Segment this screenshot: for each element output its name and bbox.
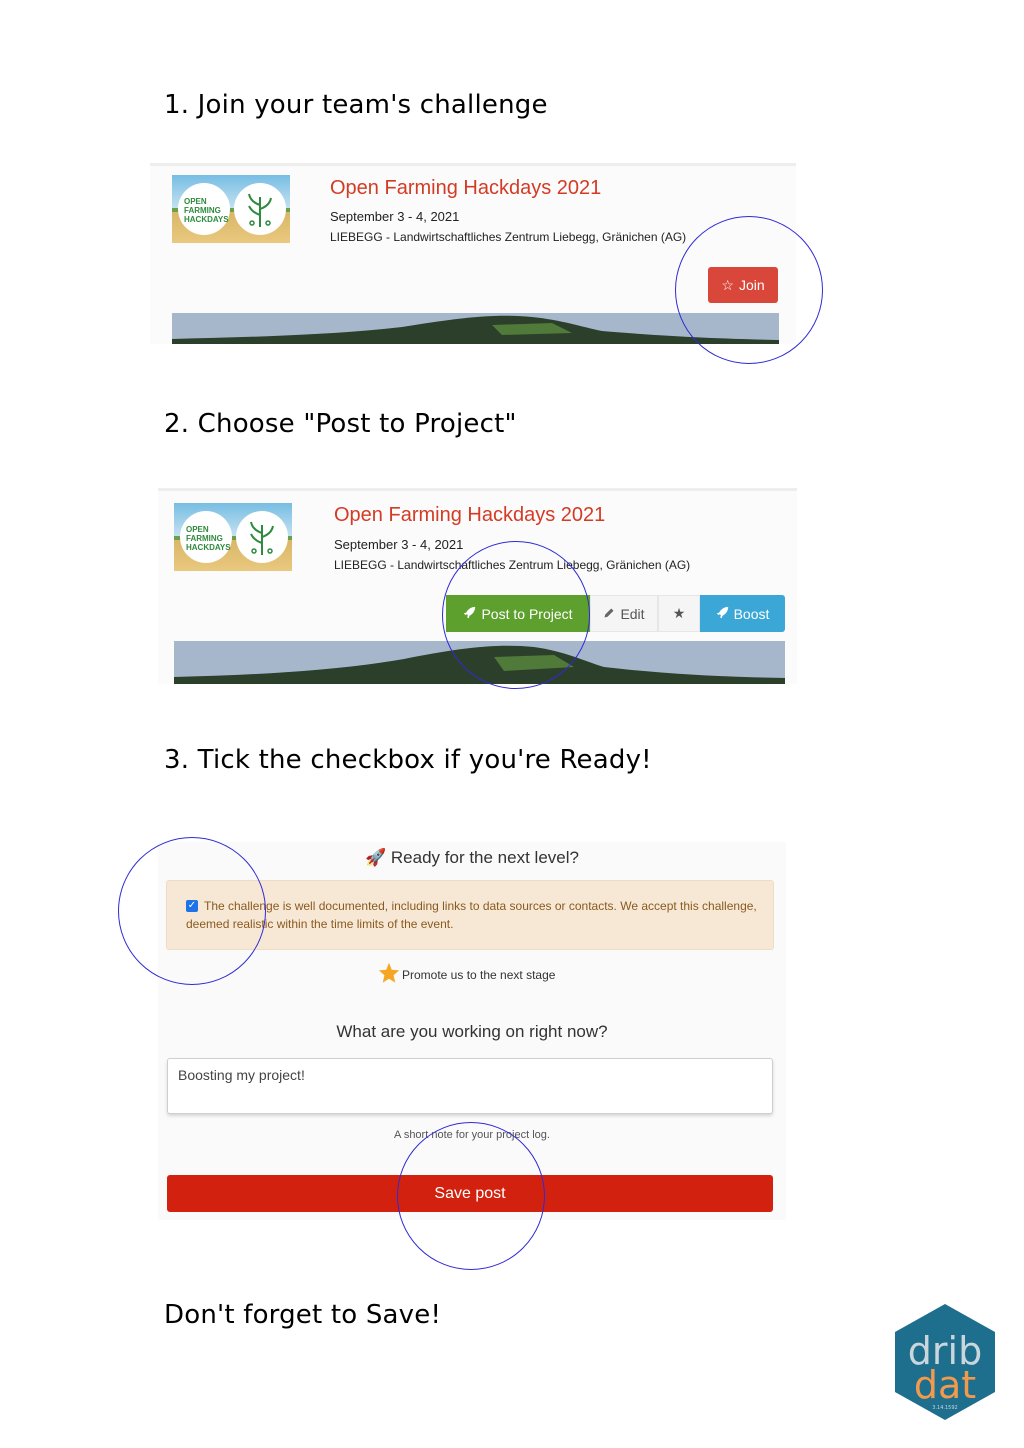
boost-button[interactable]: Boost	[700, 595, 785, 632]
working-heading: What are you working on right now?	[336, 1022, 608, 1041]
star-outline-icon: ☆	[721, 276, 734, 293]
logo-text: OPEN FARMING HACKDAYS	[186, 525, 231, 552]
event-date: September 3 - 4, 2021	[334, 537, 464, 552]
ready-heading: 🚀 Ready for the next level?	[365, 848, 579, 867]
event-card-post: OPEN FARMING HACKDAYS Open Farming Hackd…	[158, 488, 797, 684]
event-logo: OPEN FARMING HACKDAYS	[172, 175, 290, 243]
event-location: LIEBEGG - Landwirtschaftliches Zentrum L…	[330, 230, 687, 244]
promote-note: Promote us to the next stage	[378, 962, 555, 988]
join-button-label: Join	[738, 277, 765, 293]
step-3-heading: 3. Tick the checkbox if you're Ready!	[164, 745, 652, 775]
join-button[interactable]: ☆ Join	[708, 267, 778, 303]
edit-button[interactable]: Edit	[590, 595, 658, 632]
event-date: September 3 - 4, 2021	[330, 209, 460, 224]
boost-button-label: Boost	[733, 605, 770, 622]
event-location: LIEBEGG - Landwirtschaftliches Zentrum L…	[334, 558, 691, 572]
star-button[interactable]: ★	[658, 595, 700, 632]
star-icon: ★	[672, 605, 686, 621]
plant-icon	[248, 193, 272, 227]
rocket-icon	[463, 606, 476, 622]
logo-small: 3.14.1592	[932, 1405, 957, 1411]
dribdat-logo: drib dat 3.14.1592	[892, 1302, 998, 1422]
textarea-help-text: A short note for your project log.	[394, 1129, 550, 1141]
final-heading: Don't forget to Save!	[164, 1300, 442, 1330]
logo-line2: dat	[914, 1363, 976, 1407]
rocket-icon	[716, 606, 729, 622]
star-icon	[378, 962, 400, 988]
event-logo: OPEN FARMING HACKDAYS	[174, 503, 292, 571]
promote-text: Promote us to the next stage	[402, 968, 556, 982]
event-title[interactable]: Open Farming Hackdays 2021	[330, 177, 601, 200]
ready-checkbox-label[interactable]: The challenge is well documented, includ…	[186, 897, 766, 933]
pencil-icon	[603, 606, 615, 622]
post-to-project-label: Post to Project	[481, 605, 573, 622]
step-2-heading: 2. Choose "Post to Project"	[164, 409, 517, 439]
save-post-button[interactable]: Save post	[167, 1175, 773, 1212]
ready-checkbox-panel: ✓ The challenge is well documented, incl…	[166, 880, 774, 950]
project-log-textarea[interactable]: Boosting my project!	[167, 1058, 773, 1114]
post-to-project-button[interactable]: Post to Project	[446, 595, 590, 632]
edit-button-label: Edit	[620, 605, 645, 622]
logo-text: OPEN FARMING HACKDAYS	[184, 197, 229, 224]
ready-form: 🚀 Ready for the next level? ✓ The challe…	[158, 842, 786, 1220]
event-card-join: OPEN FARMING HACKDAYS Open Farming Hackd…	[150, 163, 796, 344]
step-1-heading: 1. Join your team's challenge	[164, 90, 548, 120]
plant-icon	[250, 521, 274, 555]
event-banner-image	[172, 313, 779, 344]
event-banner-image	[174, 641, 785, 684]
event-title[interactable]: Open Farming Hackdays 2021	[334, 504, 605, 527]
